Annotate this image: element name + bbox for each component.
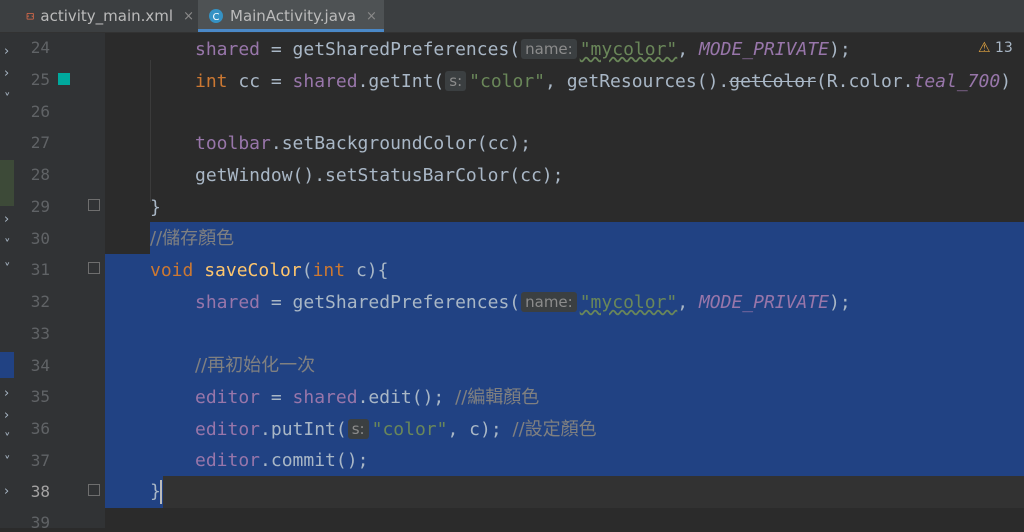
line-number: 27: [30, 133, 50, 152]
code-line-29[interactable]: }: [150, 198, 161, 218]
current-line-highlight: [105, 476, 1024, 508]
color-swatch-icon[interactable]: [58, 73, 70, 85]
text-caret: [160, 480, 162, 504]
code-line-30[interactable]: //儲存顏色: [150, 229, 234, 249]
editor-tab-bar: activity_main.xml × C MainActivity.java …: [0, 0, 1024, 33]
line-number: 29: [30, 197, 50, 216]
code-line-27[interactable]: toolbar.setBackgroundColor(cc);: [195, 134, 531, 154]
line-number: 26: [30, 102, 50, 121]
chevron-down-icon[interactable]: ˅: [4, 262, 11, 277]
chevron-right-icon[interactable]: ›: [4, 212, 9, 227]
close-icon[interactable]: ×: [366, 9, 377, 24]
code-line-24[interactable]: shared = getSharedPreferences(name: "myco…: [195, 39, 851, 60]
close-icon[interactable]: ×: [183, 9, 194, 24]
code-line-36[interactable]: editor.putInt(s: "color", c); //設定顏色: [195, 419, 597, 440]
line-number: 33: [30, 324, 50, 343]
chevron-down-icon[interactable]: ˅: [4, 238, 11, 253]
selection: [150, 222, 1024, 254]
chevron-right-icon[interactable]: ›: [4, 408, 9, 423]
line-number: 31: [30, 260, 50, 279]
parameter-hint: s:: [445, 71, 467, 91]
chevron-down-icon[interactable]: ˅: [4, 92, 11, 107]
line-number: 25: [30, 70, 50, 89]
chevron-down-icon[interactable]: ˅: [4, 455, 11, 470]
chevron-right-icon[interactable]: ›: [4, 66, 9, 81]
fold-end-icon[interactable]: [88, 199, 100, 211]
class-icon: C: [209, 9, 223, 23]
chevron-right-icon[interactable]: ›: [4, 386, 9, 401]
active-tab-indicator: [198, 29, 384, 32]
code-line-37[interactable]: editor.commit();: [195, 451, 368, 471]
line-number: 34: [30, 356, 50, 375]
chevron-right-icon[interactable]: ›: [4, 44, 9, 59]
line-number: 32: [30, 292, 50, 311]
line-number: 30: [30, 229, 50, 248]
indent-guide: [150, 60, 151, 202]
line-number: 38: [30, 482, 50, 501]
warning-icon: ⚠: [978, 40, 991, 56]
fold-end-icon[interactable]: [88, 484, 100, 496]
tab-label: MainActivity.java: [230, 7, 356, 25]
line-number: 28: [30, 165, 50, 184]
tab-activity-main-xml[interactable]: activity_main.xml ×: [26, 0, 194, 32]
parameter-hint: s:: [347, 419, 369, 439]
code-line-34[interactable]: //再初始化一次: [195, 356, 315, 376]
tool-strip: › › ˅ › ˅ ˅ › › ˅ ˅ ›: [0, 0, 22, 528]
tool-window-highlight: [0, 160, 14, 206]
line-number: 39: [30, 513, 50, 532]
tab-main-activity-java[interactable]: C MainActivity.java ×: [198, 0, 384, 32]
parameter-hint: name:: [521, 292, 577, 312]
tool-window-selected: [0, 352, 14, 378]
tab-label: activity_main.xml: [40, 7, 174, 25]
line-number: 24: [30, 38, 50, 57]
code-line-25[interactable]: int cc = shared.getInt(s: "color", getRes…: [195, 71, 1011, 92]
fold-start-icon[interactable]: [88, 262, 100, 274]
code-line-32[interactable]: shared = getSharedPreferences(name: "myco…: [195, 292, 851, 313]
line-number: 36: [30, 419, 50, 438]
xml-file-icon: [26, 12, 34, 20]
code-line-31[interactable]: void saveColor(int c){: [150, 261, 388, 281]
svg-text:C: C: [213, 12, 220, 23]
warnings-indicator[interactable]: ⚠ 13: [978, 40, 1013, 56]
parameter-hint: name:: [521, 39, 577, 59]
code-line-35[interactable]: editor = shared.edit(); //編輯顏色: [195, 388, 539, 408]
chevron-right-icon[interactable]: ›: [4, 484, 9, 499]
chevron-down-icon[interactable]: ˅: [4, 432, 11, 447]
line-number: 37: [30, 451, 50, 470]
line-number: 35: [30, 387, 50, 406]
code-line-28[interactable]: getWindow().setStatusBarColor(cc);: [195, 166, 563, 186]
warning-count: 13: [995, 40, 1013, 56]
